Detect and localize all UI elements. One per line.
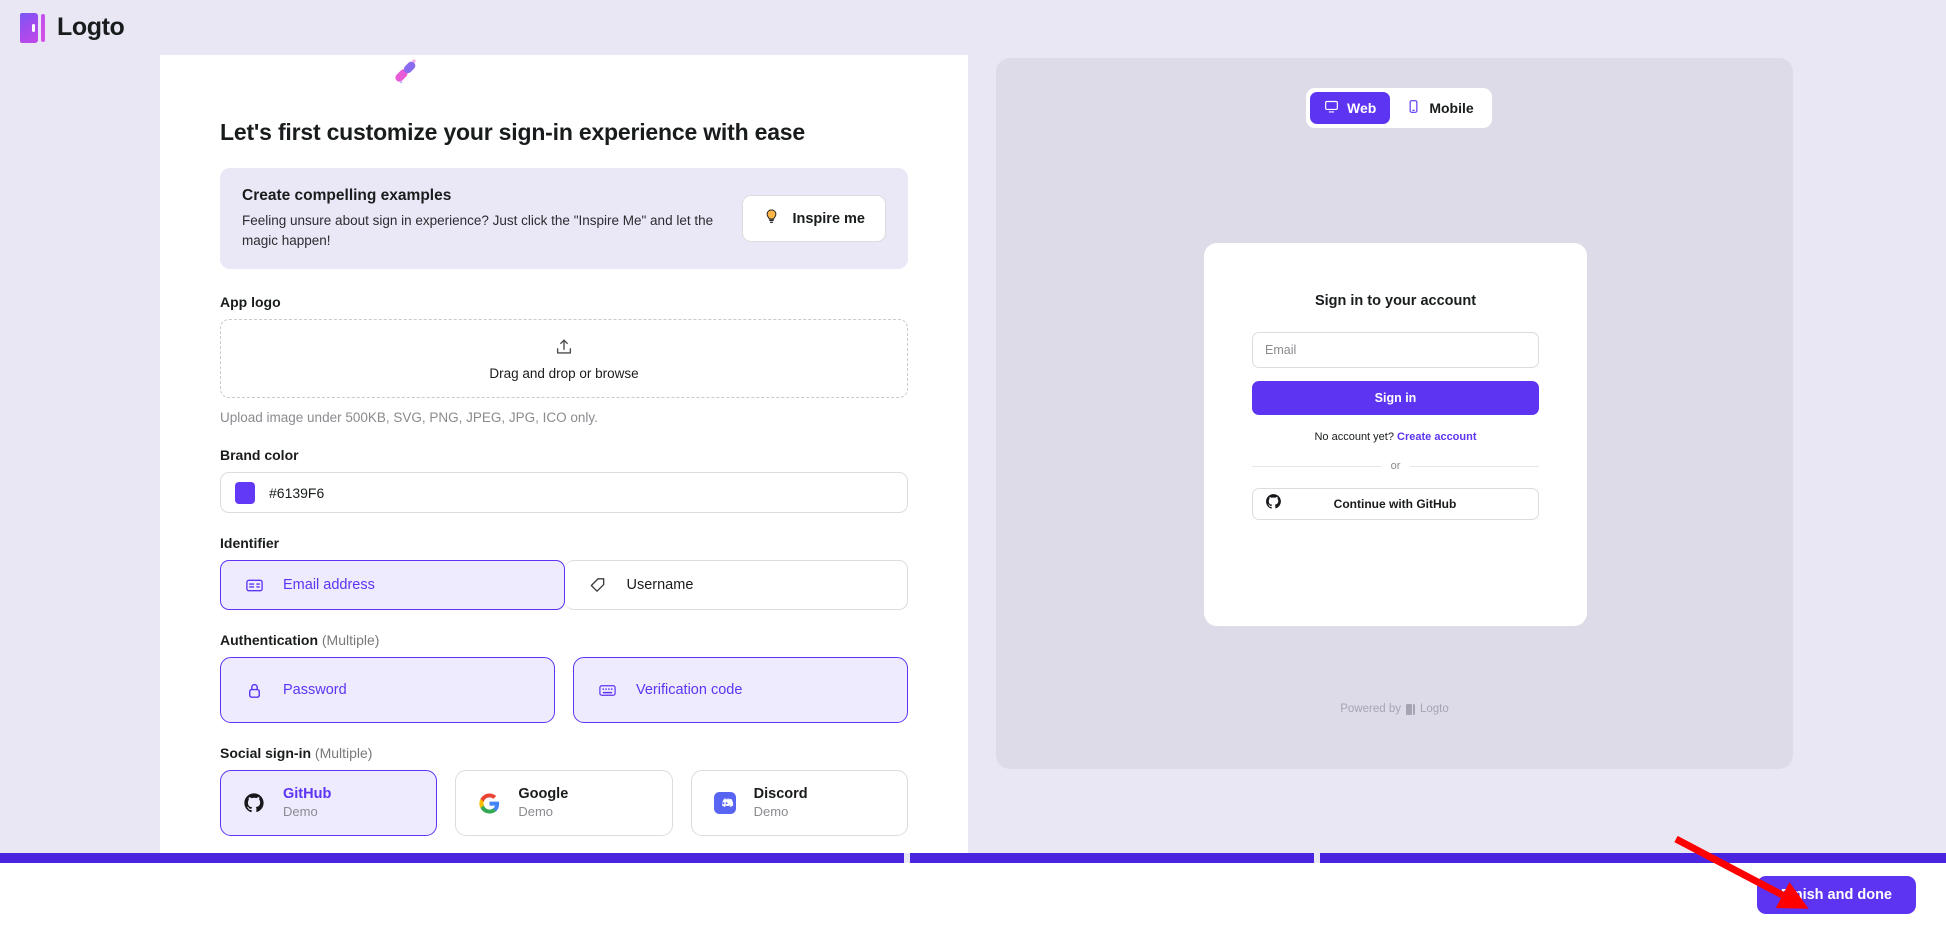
upload-note: Upload image under 500KB, SVG, PNG, JPEG… bbox=[220, 410, 598, 426]
signup-prompt: No account yet? Create account bbox=[1252, 431, 1539, 443]
social-option-name: Google bbox=[518, 785, 569, 802]
page-title: Let's first customize your sign-in exper… bbox=[220, 119, 805, 145]
signin-preview-card: Sign in to your account Email Sign in No… bbox=[1204, 243, 1587, 626]
brand-color-value: #6139F6 bbox=[269, 484, 325, 501]
tag-icon bbox=[587, 574, 609, 596]
upload-tray-icon bbox=[554, 337, 574, 362]
social-option-subtitle: Demo bbox=[283, 804, 318, 820]
or-divider: or bbox=[1252, 460, 1539, 472]
powered-by-text: Powered by bbox=[1340, 703, 1401, 715]
inspire-card: Create compelling examples Feeling unsur… bbox=[220, 168, 908, 270]
social-signin-label-text: Social sign-in bbox=[220, 745, 312, 762]
authentication-label-text: Authentication bbox=[220, 632, 318, 649]
social-signin-options: GitHub Demo Google Demo Discord Demo bbox=[220, 770, 908, 837]
continue-with-github-label: Continue with GitHub bbox=[1333, 497, 1457, 511]
finish-and-done-button[interactable]: Finish and done bbox=[1756, 876, 1916, 914]
phone-icon bbox=[1406, 99, 1421, 117]
sign-in-button[interactable]: Sign in bbox=[1252, 381, 1539, 415]
authentication-label: Authentication (Multiple) bbox=[220, 632, 908, 648]
social-option-google[interactable]: Google Demo bbox=[455, 770, 673, 837]
social-signin-label-suffix: (Multiple) bbox=[314, 745, 373, 762]
keypad-icon bbox=[596, 679, 618, 701]
app-logo-label: App logo bbox=[220, 294, 281, 311]
upload-hint-text: Drag and drop or browse bbox=[489, 365, 639, 381]
app-header: Logto bbox=[0, 0, 1946, 55]
brand-color-swatch[interactable] bbox=[235, 481, 255, 504]
identifier-option-label: Email address bbox=[283, 577, 375, 594]
social-option-discord[interactable]: Discord Demo bbox=[690, 770, 908, 837]
device-tab-web[interactable]: Web bbox=[1310, 92, 1391, 124]
device-tab-label: Mobile bbox=[1429, 100, 1474, 116]
brand-color-label: Brand color bbox=[220, 447, 299, 464]
inspire-me-button[interactable]: Inspire me bbox=[742, 195, 886, 243]
email-card-icon bbox=[243, 574, 265, 596]
device-preview-toggle: Web Mobile bbox=[1306, 88, 1492, 128]
identifier-option-email-address[interactable]: Email address bbox=[220, 560, 565, 611]
continue-with-github-button[interactable]: Continue with GitHub bbox=[1252, 488, 1539, 520]
social-option-subtitle: Demo bbox=[518, 804, 554, 820]
progress-segment bbox=[910, 853, 1314, 863]
lock-icon bbox=[243, 679, 265, 701]
create-account-link[interactable]: Create account bbox=[1397, 431, 1476, 443]
or-divider-label: or bbox=[1390, 460, 1401, 472]
device-tab-label: Web bbox=[1347, 100, 1377, 116]
brand-logo[interactable]: Logto bbox=[20, 12, 125, 43]
social-option-name: Discord bbox=[753, 785, 808, 802]
social-signin-label: Social sign-in (Multiple) bbox=[220, 745, 908, 761]
social-option-name: GitHub bbox=[283, 785, 332, 802]
email-input[interactable]: Email bbox=[1252, 332, 1539, 368]
social-option-github[interactable]: GitHub Demo bbox=[220, 770, 438, 837]
lightbulb-icon bbox=[763, 208, 780, 229]
signin-preview-panel: Web Mobile Sign in to your account Email… bbox=[996, 58, 1793, 769]
identifier-options: Email address Username bbox=[220, 560, 908, 611]
inspire-card-description: Feeling unsure about sign in experience?… bbox=[242, 213, 714, 248]
authentication-option-verification-code[interactable]: Verification code bbox=[573, 657, 908, 724]
powered-by-brand: Logto bbox=[1419, 703, 1449, 715]
github-icon bbox=[243, 792, 265, 814]
customize-form-panel: Let's first customize your sign-in exper… bbox=[160, 55, 968, 853]
identifier-label: Identifier bbox=[220, 535, 280, 552]
logto-logo-icon bbox=[1405, 703, 1415, 715]
inspire-me-label: Inspire me bbox=[792, 210, 865, 227]
identifier-option-label: Username bbox=[626, 577, 694, 594]
page-footer: Finish and done bbox=[0, 863, 1946, 926]
authentication-option-label: Password bbox=[283, 682, 347, 699]
monitor-icon bbox=[1324, 99, 1339, 117]
signin-card-title: Sign in to your account bbox=[1314, 293, 1477, 309]
brand-name: Logto bbox=[57, 13, 125, 41]
progress-segment bbox=[0, 853, 904, 863]
logto-logo-icon bbox=[20, 12, 46, 43]
authentication-options: Password Verification code bbox=[220, 657, 908, 724]
authentication-label-suffix: (Multiple) bbox=[321, 632, 380, 649]
google-icon bbox=[478, 792, 500, 814]
powered-by-footer: Powered by Logto bbox=[996, 703, 1793, 715]
inspire-card-title: Create compelling examples bbox=[242, 187, 452, 204]
progress-segment bbox=[1320, 853, 1946, 863]
onboarding-progress-bar bbox=[0, 853, 1946, 863]
authentication-option-label: Verification code bbox=[636, 682, 743, 699]
discord-icon bbox=[713, 792, 736, 815]
device-tab-mobile[interactable]: Mobile bbox=[1392, 92, 1487, 124]
social-option-subtitle: Demo bbox=[753, 804, 789, 820]
signup-prompt-text: No account yet? bbox=[1314, 431, 1394, 443]
app-logo-upload-dropzone[interactable]: Drag and drop or browse bbox=[220, 319, 908, 399]
brand-color-input[interactable]: #6139F6 bbox=[220, 472, 908, 514]
authentication-option-password[interactable]: Password bbox=[220, 657, 555, 724]
identifier-option-username[interactable]: Username bbox=[564, 560, 908, 611]
